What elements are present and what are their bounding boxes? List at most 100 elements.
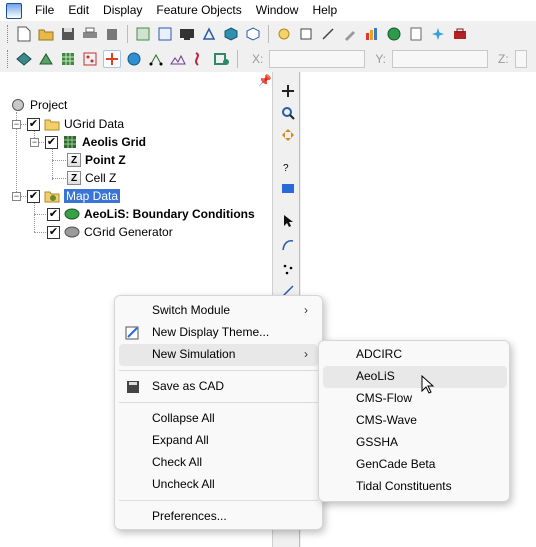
menubar: File Edit Display Feature Objects Window… xyxy=(0,0,536,21)
toolbar-separator xyxy=(237,50,238,68)
menu-item-check-all[interactable]: Check All xyxy=(119,452,318,474)
checkbox[interactable]: ✔ xyxy=(45,135,58,149)
menu-item-save-as-cad[interactable]: Save as CAD xyxy=(119,376,318,398)
menu-file[interactable]: File xyxy=(28,0,61,21)
river-module-icon[interactable] xyxy=(191,50,209,68)
menu-item-new-simulation[interactable]: New Simulation › xyxy=(119,344,318,366)
display-options-icon[interactable] xyxy=(178,25,196,43)
plot-wizard-icon[interactable] xyxy=(200,25,218,43)
lighting-icon[interactable] xyxy=(275,25,293,43)
menu-item-uncheck-all[interactable]: Uncheck All xyxy=(119,474,318,496)
collapse-toggle[interactable]: − xyxy=(30,138,39,147)
particle-module-icon[interactable] xyxy=(147,50,165,68)
create-arc-icon[interactable] xyxy=(279,236,297,254)
checkbox[interactable]: ✔ xyxy=(27,117,40,131)
new-file-icon[interactable] xyxy=(15,25,33,43)
menu-item-label: Tidal Constituents xyxy=(356,479,452,493)
menu-item-preferences[interactable]: Preferences... xyxy=(119,506,318,528)
tree-item-project[interactable]: Project xyxy=(10,96,67,114)
save-cad-icon xyxy=(125,379,141,398)
gis-module-icon[interactable] xyxy=(125,50,143,68)
edit-icon[interactable] xyxy=(341,25,359,43)
toolbox-icon[interactable] xyxy=(451,25,469,43)
tree-item-aeolis-grid[interactable]: ✔ Aeolis Grid xyxy=(45,133,146,151)
z-coordinate-field xyxy=(514,50,527,68)
submenu-item-cms-flow[interactable]: CMS-Flow xyxy=(323,388,507,410)
terrain-module-icon[interactable] xyxy=(169,50,187,68)
submenu-item-gssha[interactable]: GSSHA xyxy=(323,432,507,454)
refresh-view-icon[interactable] xyxy=(134,25,152,43)
pan-icon[interactable] xyxy=(279,82,297,100)
menu-item-label: New Simulation xyxy=(152,347,236,361)
sparkle-icon[interactable] xyxy=(429,25,447,43)
menu-window[interactable]: Window xyxy=(249,0,306,21)
z-coordinate-label: Z: xyxy=(498,52,509,66)
submenu-item-tidal-constituents[interactable]: Tidal Constituents xyxy=(323,476,507,498)
menu-help[interactable]: Help xyxy=(305,0,344,21)
checkbox[interactable]: ✔ xyxy=(47,207,60,221)
frame-icon[interactable] xyxy=(156,25,174,43)
tree-item-ugrid-data[interactable]: ✔ UGrid Data xyxy=(27,115,124,133)
y-coordinate-label: Y: xyxy=(375,52,387,66)
collapse-toggle[interactable]: − xyxy=(12,192,21,201)
frame-view-icon[interactable] xyxy=(297,25,315,43)
pin-icon[interactable]: 📌 xyxy=(258,74,272,87)
menu-item-collapse-all[interactable]: Collapse All xyxy=(119,408,318,430)
tree-item-point-z[interactable]: Z Point Z xyxy=(67,151,126,169)
map-folder-icon xyxy=(44,188,60,204)
submenu-arrow-icon: › xyxy=(304,347,308,361)
menu-item-label: New Display Theme... xyxy=(152,325,270,339)
zoom-icon[interactable] xyxy=(279,104,297,122)
map-module-icon[interactable] xyxy=(103,50,121,68)
y-coordinate-field xyxy=(392,50,489,68)
tree-item-map-data[interactable]: ✔ Map Data xyxy=(27,187,121,205)
3d-cube-icon[interactable] xyxy=(222,25,240,43)
collapse-toggle[interactable]: − xyxy=(12,120,21,129)
save-icon[interactable] xyxy=(59,25,77,43)
toolbar-grip[interactable] xyxy=(7,50,10,68)
toolbar-separator xyxy=(127,25,128,43)
menu-item-new-display-theme[interactable]: New Display Theme... xyxy=(119,322,318,344)
menu-item-label: Preferences... xyxy=(152,509,227,523)
menu-display[interactable]: Display xyxy=(96,0,149,21)
display-icon[interactable] xyxy=(279,180,297,198)
toolbar-grip[interactable] xyxy=(7,25,10,43)
tree-item-label: Project xyxy=(30,98,68,112)
menu-item-switch-module[interactable]: Switch Module › xyxy=(119,300,318,322)
cube-outline-icon[interactable] xyxy=(244,25,262,43)
select-arrow-icon[interactable] xyxy=(279,212,297,230)
measure-icon[interactable] xyxy=(319,25,337,43)
globe-icon[interactable] xyxy=(385,25,403,43)
menu-item-label: GSSHA xyxy=(356,435,399,449)
tin-module-icon[interactable] xyxy=(37,50,55,68)
tree-item-aeolis-boundary-conditions[interactable]: ✔ AeoLiS: Boundary Conditions xyxy=(47,205,255,223)
main-toolbar xyxy=(0,22,536,46)
mesh-module-icon[interactable] xyxy=(15,50,33,68)
bar-chart-icon[interactable] xyxy=(363,25,381,43)
tree-item-cell-z[interactable]: Z Cell Z xyxy=(67,169,116,187)
get-info-icon[interactable]: ? xyxy=(279,158,297,176)
tree-item-cgrid-generator[interactable]: ✔ CGrid Generator xyxy=(47,223,173,241)
rotate-icon[interactable] xyxy=(279,126,297,144)
checkbox[interactable]: ✔ xyxy=(47,225,60,239)
grid-module-icon[interactable] xyxy=(59,50,77,68)
menu-item-label: Uncheck All xyxy=(152,477,215,491)
menu-item-label: Check All xyxy=(152,455,203,469)
menu-edit[interactable]: Edit xyxy=(61,0,96,21)
submenu-item-aeolis[interactable]: AeoLiS xyxy=(323,366,507,388)
open-folder-icon[interactable] xyxy=(37,25,55,43)
menu-item-label: Collapse All xyxy=(152,411,215,425)
submenu-item-adcirc[interactable]: ADCIRC xyxy=(323,344,507,366)
menu-item-expand-all[interactable]: Expand All xyxy=(119,430,318,452)
submenu-item-gencade-beta[interactable]: GenCade Beta xyxy=(323,454,507,476)
checkbox[interactable]: ✔ xyxy=(27,189,40,203)
ugrid-module-icon[interactable] xyxy=(213,50,231,68)
submenu-item-cms-wave[interactable]: CMS-Wave xyxy=(323,410,507,432)
menu-item-label: Expand All xyxy=(152,433,209,447)
document-icon[interactable] xyxy=(407,25,425,43)
print-icon[interactable] xyxy=(81,25,99,43)
create-point-icon[interactable] xyxy=(279,260,297,278)
scatter-module-icon[interactable] xyxy=(81,50,99,68)
delete-icon[interactable] xyxy=(103,25,121,43)
menu-feature-objects[interactable]: Feature Objects xyxy=(149,0,248,21)
